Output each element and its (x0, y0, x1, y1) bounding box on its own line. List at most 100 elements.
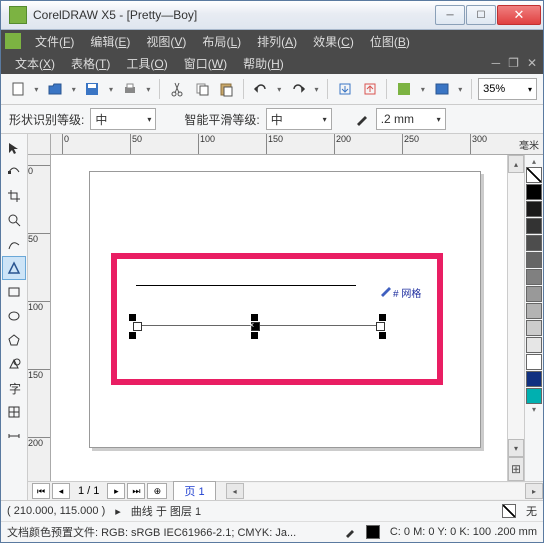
menu-edit[interactable]: 编辑(E) (82, 33, 138, 50)
color-swatch[interactable] (526, 269, 542, 285)
undo-dropdown[interactable]: ▾ (274, 85, 284, 94)
undo-icon[interactable] (250, 78, 272, 100)
color-swatch[interactable] (526, 303, 542, 319)
app-launcher-dropdown[interactable]: ▾ (418, 85, 428, 94)
nav-popup-icon[interactable]: ⊞ (508, 457, 524, 481)
open-icon[interactable] (44, 78, 66, 100)
new-dropdown[interactable]: ▾ (32, 85, 42, 94)
next-page-button[interactable]: ▸ (107, 483, 125, 499)
color-swatch[interactable] (526, 201, 542, 217)
welcome-icon[interactable] (431, 78, 453, 100)
color-swatch[interactable] (526, 320, 542, 336)
next-tool-icon[interactable]: ▸ (115, 505, 121, 518)
color-swatch[interactable] (526, 184, 542, 200)
pick-tool[interactable] (2, 136, 26, 160)
drawing-canvas[interactable]: × # 网格 (51, 155, 507, 481)
app-launcher-icon[interactable] (393, 78, 415, 100)
shape-recognition-select[interactable]: 中▾ (90, 108, 156, 130)
welcome-dropdown[interactable]: ▾ (455, 85, 465, 94)
outline-width-select[interactable]: .2 mm▾ (376, 108, 446, 130)
horizontal-ruler[interactable]: 0 50 100 150 200 250 300 毫米 (50, 134, 543, 155)
curve-node[interactable] (376, 322, 385, 331)
crop-tool[interactable] (2, 184, 26, 208)
color-swatch[interactable] (526, 354, 542, 370)
rectangle-tool[interactable] (2, 280, 26, 304)
mdi-close[interactable]: ✕ (527, 56, 537, 70)
menu-layout[interactable]: 布局(L) (194, 33, 249, 50)
mdi-restore[interactable]: ❐ (508, 56, 519, 70)
selection-handle[interactable] (379, 314, 386, 321)
redo-dropdown[interactable]: ▾ (312, 85, 322, 94)
dimension-tool[interactable] (2, 424, 26, 448)
selection-handle[interactable] (129, 332, 136, 339)
page-tab[interactable]: 页 1 (173, 481, 215, 500)
zoom-select[interactable]: 35%▾ (478, 78, 537, 100)
swatch-none[interactable] (526, 167, 542, 183)
color-swatch[interactable] (526, 371, 542, 387)
menu-tools[interactable]: 工具(O) (118, 55, 175, 72)
open-dropdown[interactable]: ▾ (69, 85, 79, 94)
menu-effects[interactable]: 效果(C) (305, 33, 362, 50)
cut-icon[interactable] (166, 78, 188, 100)
curve-node-center[interactable]: × (251, 322, 260, 331)
print-dropdown[interactable]: ▾ (143, 85, 153, 94)
basic-shapes-tool[interactable] (2, 352, 26, 376)
color-swatch[interactable] (526, 235, 542, 251)
curve-node[interactable] (133, 322, 142, 331)
new-icon[interactable] (7, 78, 29, 100)
smoothing-select[interactable]: 中▾ (266, 108, 332, 130)
color-swatch[interactable] (526, 337, 542, 353)
redo-icon[interactable] (287, 78, 309, 100)
freehand-tool[interactable] (2, 232, 26, 256)
first-page-button[interactable]: ⏮ (32, 483, 50, 499)
menu-help[interactable]: 帮助(H) (235, 55, 292, 72)
scroll-down-icon[interactable]: ▾ (508, 439, 524, 457)
export-icon[interactable] (359, 78, 381, 100)
close-button[interactable]: ✕ (497, 5, 541, 25)
maximize-button[interactable]: ☐ (466, 5, 496, 25)
shape-tool[interactable] (2, 160, 26, 184)
copy-icon[interactable] (191, 78, 213, 100)
fill-none-icon[interactable] (502, 504, 516, 518)
paste-icon[interactable] (215, 78, 237, 100)
outline-color-swatch[interactable] (366, 525, 380, 539)
selection-handle[interactable] (129, 314, 136, 321)
scroll-up-icon[interactable]: ▴ (508, 155, 524, 173)
color-swatch[interactable] (526, 388, 542, 404)
save-icon[interactable] (82, 78, 104, 100)
horizontal-scrollbar[interactable]: ◂ ▸ (226, 483, 543, 499)
menu-view[interactable]: 视图(V) (138, 33, 194, 50)
menu-file[interactable]: 文件(F) (27, 33, 82, 50)
smart-drawing-tool[interactable] (2, 256, 26, 280)
palette-down-icon[interactable]: ▾ (532, 405, 536, 414)
color-swatch[interactable] (526, 218, 542, 234)
outline-pen-status-icon[interactable] (344, 526, 356, 538)
polygon-tool[interactable] (2, 328, 26, 352)
save-dropdown[interactable]: ▾ (106, 85, 116, 94)
selection-handle[interactable] (251, 332, 258, 339)
menu-window[interactable]: 窗口(W) (176, 55, 235, 72)
ellipse-tool[interactable] (2, 304, 26, 328)
import-icon[interactable] (334, 78, 356, 100)
last-page-button[interactable]: ⏭ (127, 483, 145, 499)
table-tool[interactable] (2, 400, 26, 424)
mdi-minimize[interactable]: ─ (492, 56, 501, 70)
print-icon[interactable] (119, 78, 141, 100)
menu-table[interactable]: 表格(T) (63, 55, 118, 72)
menu-text[interactable]: 文本(X) (7, 55, 63, 72)
minimize-button[interactable]: ─ (435, 5, 465, 25)
palette-up-icon[interactable]: ▴ (532, 157, 536, 166)
color-swatch[interactable] (526, 252, 542, 268)
ruler-origin[interactable] (28, 134, 51, 155)
menu-arrange[interactable]: 排列(A) (249, 33, 305, 50)
color-swatch[interactable] (526, 286, 542, 302)
drawn-line-1[interactable] (136, 285, 356, 286)
menu-bitmaps[interactable]: 位图(B) (362, 33, 418, 50)
prev-page-button[interactable]: ◂ (52, 483, 70, 499)
add-page-button[interactable]: ⊕ (147, 483, 167, 499)
vertical-scrollbar[interactable]: ▴ ▾ ⊞ (507, 155, 524, 481)
zoom-tool[interactable] (2, 208, 26, 232)
vertical-ruler[interactable]: 0 50 100 150 200 (28, 155, 51, 481)
selection-handle[interactable] (379, 332, 386, 339)
text-tool[interactable]: 字 (2, 376, 26, 400)
